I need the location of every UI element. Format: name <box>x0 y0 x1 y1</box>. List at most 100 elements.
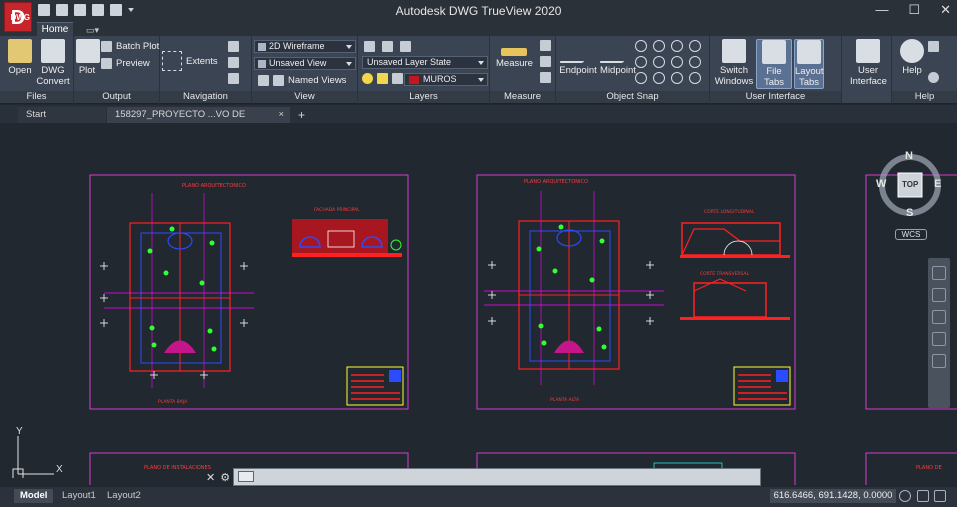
help-button[interactable]: Help <box>898 39 926 76</box>
quadrant-snap-icon[interactable] <box>635 56 647 68</box>
compass-west[interactable]: W <box>876 178 886 190</box>
layer-stack-icon <box>364 41 375 52</box>
tab-drawing[interactable]: 158297_PROYECTO ...VO DE RESIDENCIA × <box>107 107 290 136</box>
tab-layout1[interactable]: Layout1 <box>56 489 102 503</box>
file-tabs-button[interactable]: File Tabs <box>756 39 792 89</box>
layer-toggles[interactable] <box>362 73 403 84</box>
compass-east[interactable]: E <box>934 178 941 190</box>
help-menu-button[interactable] <box>928 41 939 52</box>
close-tab-button[interactable]: × <box>278 107 284 123</box>
user-interface-button[interactable]: User Interface <box>850 39 887 87</box>
apparent-snap-icon[interactable] <box>653 72 665 84</box>
coordinate-readout[interactable]: 616.6466, 691.1428, 0.0000 <box>770 489 896 503</box>
named-view-dropdown[interactable]: Unsaved View <box>254 57 356 70</box>
find-text-button[interactable] <box>540 72 551 83</box>
layer-state-dropdown[interactable]: Unsaved Layer State <box>362 56 488 69</box>
named-views-button[interactable]: Named Views <box>258 75 346 86</box>
wcs-menu[interactable]: WCS <box>895 229 927 240</box>
info-button[interactable] <box>928 72 939 83</box>
new-tab-button[interactable]: + <box>294 107 314 123</box>
parallel-snap-icon[interactable] <box>689 72 701 84</box>
clean-screen-icon[interactable] <box>899 490 911 502</box>
compass-south[interactable]: S <box>906 207 913 219</box>
intersection-snap-icon[interactable] <box>689 40 701 52</box>
fullscreen-icon[interactable] <box>934 490 946 502</box>
steering-wheel-nav-icon[interactable] <box>932 266 946 280</box>
layer-off-icon <box>400 41 411 52</box>
center-snap-icon[interactable] <box>635 40 647 52</box>
hardware-acceleration-icon[interactable] <box>917 490 929 502</box>
midpoint-snap-button[interactable]: Midpoint <box>598 39 638 76</box>
dimension-markers <box>100 262 248 379</box>
zoom-nav-icon[interactable] <box>932 310 946 324</box>
layer-iso-button[interactable] <box>382 41 393 52</box>
geometric-center-snap-icon[interactable] <box>653 40 665 52</box>
info-icon <box>928 72 939 83</box>
perpendicular-snap-icon[interactable] <box>671 56 683 68</box>
pan-button[interactable] <box>228 41 239 52</box>
command-line-input[interactable] <box>233 468 761 486</box>
extents-button[interactable]: Extents <box>162 51 218 71</box>
preview-button[interactable]: Preview <box>101 58 150 69</box>
layout-tabs-button[interactable]: Layout Tabs <box>794 39 824 89</box>
tab-model[interactable]: Model <box>14 489 54 503</box>
layer-off-button[interactable] <box>400 41 411 52</box>
tab-start[interactable]: Start <box>18 107 106 123</box>
view-icon <box>258 60 266 68</box>
minimize-button[interactable]: — <box>875 2 888 18</box>
endpoint-icon <box>559 39 597 63</box>
visual-style-dropdown[interactable]: 2D Wireframe <box>254 40 356 53</box>
plant-symbols <box>147 226 217 352</box>
panel-output: Plot Batch Plot Preview Output <box>74 36 160 104</box>
command-prompt-icon[interactable] <box>238 471 254 482</box>
layer-properties-button[interactable] <box>364 41 375 52</box>
user-interface-label-1: User <box>857 65 879 76</box>
plan-label: PLANTA BAJA <box>158 399 188 405</box>
panel-view: 2D Wireframe Unsaved View Named Views Vi… <box>252 36 358 104</box>
nearest-snap-icon[interactable] <box>635 72 647 84</box>
command-line-controls: ✕ ⚙ <box>206 471 230 484</box>
customize-command-icon[interactable]: ⚙ <box>220 471 230 484</box>
maximize-button[interactable]: ☐ <box>908 2 920 18</box>
close-command-icon[interactable]: ✕ <box>206 471 215 484</box>
extension-snap-icon[interactable] <box>671 72 683 84</box>
area-measure-button[interactable] <box>540 56 551 67</box>
file-tabs-icon <box>762 40 786 64</box>
ribbon-options-icon[interactable]: ▭▾ <box>86 25 104 35</box>
stair-fill <box>164 340 196 353</box>
navigation-bar <box>928 258 950 408</box>
insertion-snap-icon[interactable] <box>653 56 665 68</box>
orbit-button[interactable] <box>228 57 239 68</box>
tangent-snap-icon[interactable] <box>689 56 701 68</box>
pan-nav-icon[interactable] <box>932 288 946 302</box>
steering-wheel-button[interactable] <box>228 73 239 84</box>
application-menu-button[interactable]: D DWG <box>4 2 32 32</box>
open-button[interactable]: Open <box>6 39 34 76</box>
panel-user-interface-label: User Interface <box>710 91 841 103</box>
batch-plot-label: Batch Plot <box>116 41 160 52</box>
quick-measure-button[interactable] <box>540 40 551 51</box>
zoom-extents-icon <box>162 51 182 71</box>
elevation-label: FACHADA PRINCIPAL <box>314 207 360 213</box>
title-block-logo <box>776 370 788 382</box>
close-button[interactable]: ✕ <box>940 2 951 18</box>
orbit-nav-icon[interactable] <box>932 332 946 346</box>
pan-hand-icon <box>228 41 239 52</box>
measure-button[interactable]: Measure <box>496 48 533 69</box>
switch-windows-button[interactable]: Switch Windows <box>714 39 754 87</box>
viewcube[interactable]: N S E W TOP <box>876 148 946 228</box>
panel-layers: Unsaved Layer State MUROS Layers <box>358 36 490 104</box>
endpoint-snap-button[interactable]: Endpoint <box>558 39 598 76</box>
dwg-convert-button[interactable]: DWG Convert <box>36 39 70 87</box>
stair-fill <box>554 340 584 353</box>
showmotion-nav-icon[interactable] <box>932 354 946 368</box>
compass-north[interactable]: N <box>905 150 913 162</box>
plot-button[interactable]: Plot <box>76 39 100 76</box>
tab-home[interactable]: Home <box>37 22 73 36</box>
current-layer-dropdown[interactable]: MUROS <box>404 73 488 86</box>
preview-label: Preview <box>116 58 150 69</box>
drawing-canvas[interactable]: PLANO ARQUITECTONICO PLANTA BAJA FACHADA… <box>4 123 957 485</box>
batch-plot-button[interactable]: Batch Plot <box>101 41 159 52</box>
tab-layout2[interactable]: Layout2 <box>101 489 147 503</box>
node-snap-icon[interactable] <box>671 40 683 52</box>
